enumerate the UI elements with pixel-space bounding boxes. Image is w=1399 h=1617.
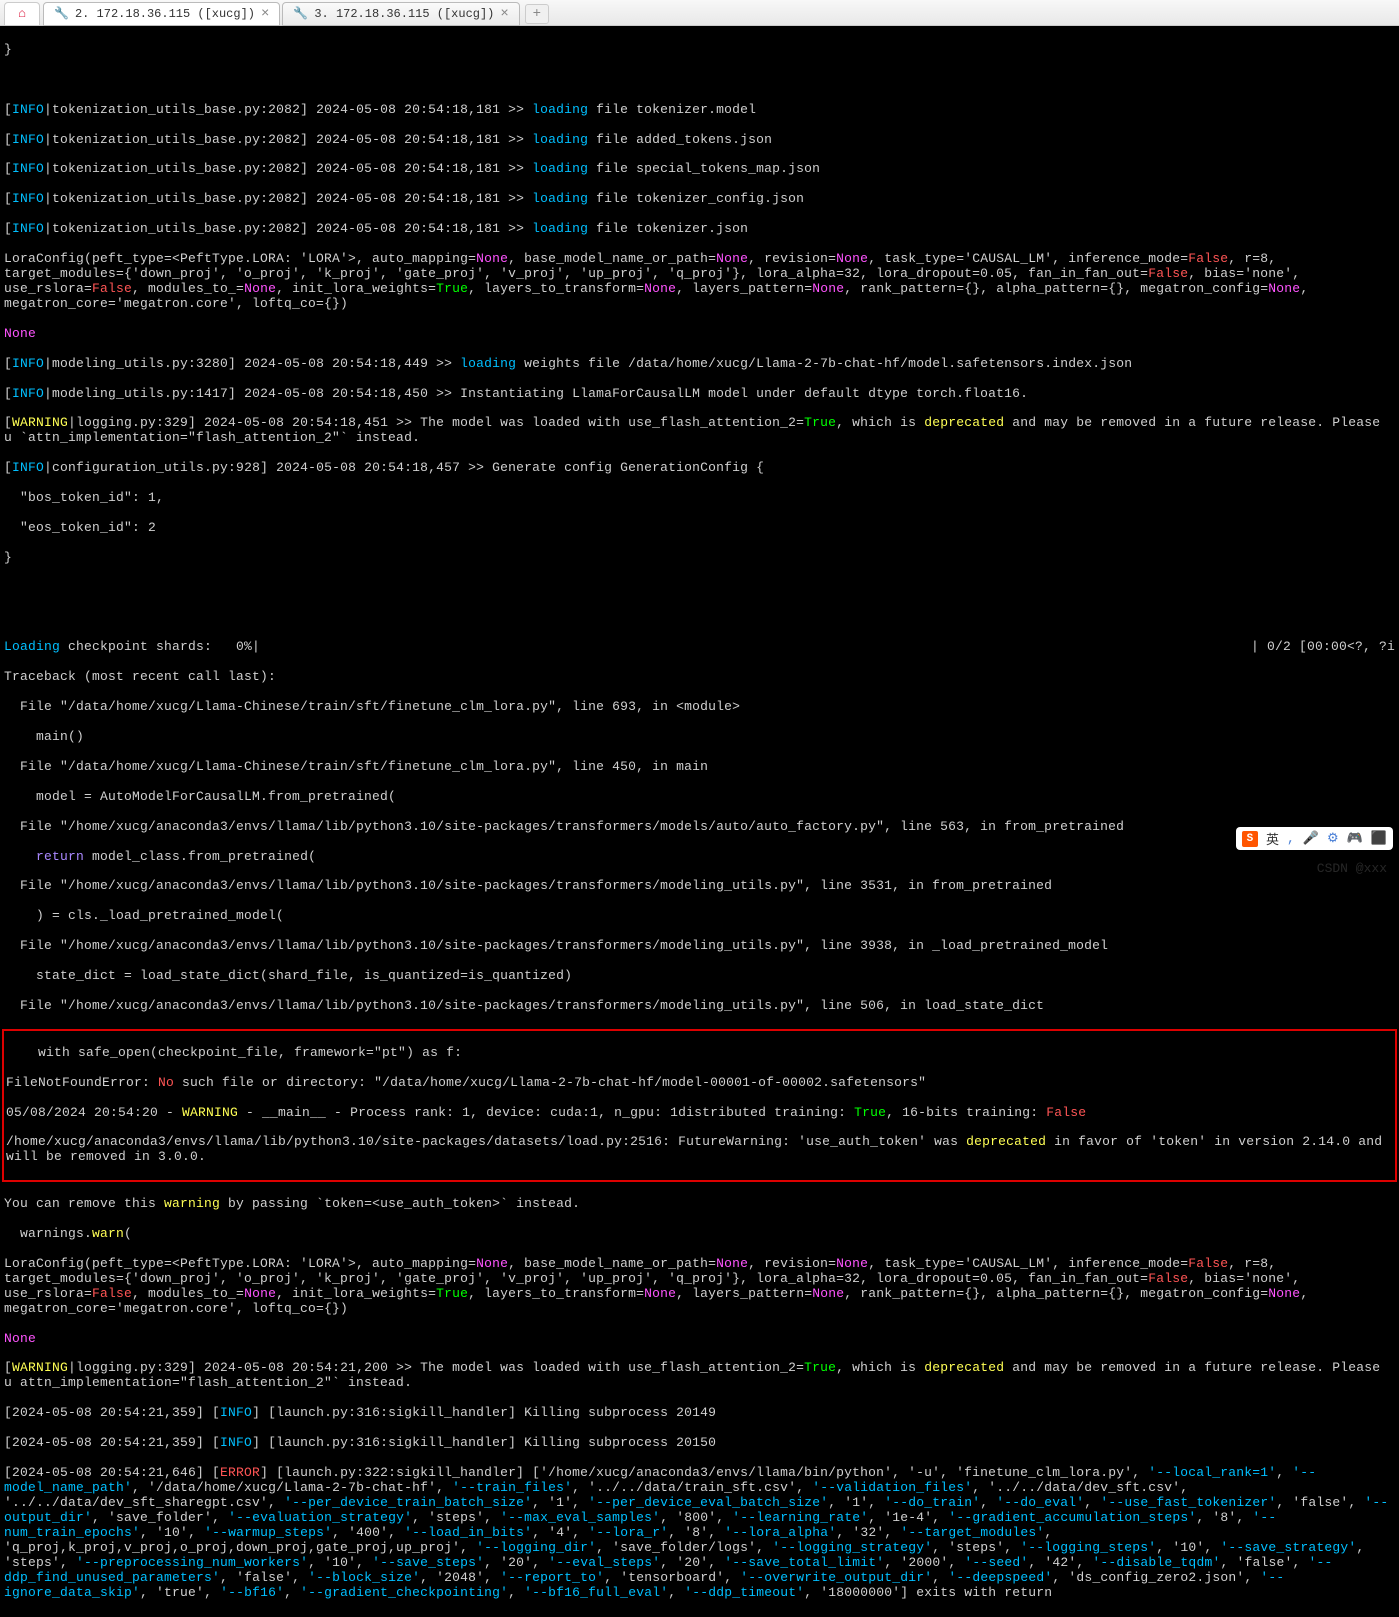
- log-line: File "/home/xucg/anaconda3/envs/llama/li…: [4, 999, 1395, 1014]
- log-line: [WARNING|logging.py:329] 2024-05-08 20:5…: [4, 416, 1395, 446]
- log-line: ) = cls._load_pretrained_model(: [4, 909, 1395, 924]
- log-line: LoraConfig(peft_type=<PeftType.LORA: 'LO…: [4, 252, 1395, 312]
- log-line: [INFO|modeling_utils.py:3280] 2024-05-08…: [4, 357, 1395, 372]
- key-icon: 🔧: [54, 6, 69, 21]
- tab-label: 3. 172.18.36.115 ([xucg]): [314, 7, 494, 21]
- ime-mic-icon[interactable]: 🎤: [1303, 831, 1319, 846]
- ime-logo-icon: S: [1242, 831, 1258, 847]
- log-line: [INFO|tokenization_utils_base.py:2082] 2…: [4, 103, 1395, 118]
- log-line: FileNotFoundError: No such file or direc…: [6, 1076, 1393, 1091]
- log-line: "eos_token_id": 2: [4, 521, 1395, 536]
- log-line: [WARNING|logging.py:329] 2024-05-08 20:5…: [4, 1361, 1395, 1391]
- error-highlight-box: with safe_open(checkpoint_file, framewor…: [2, 1029, 1397, 1182]
- log-line: [2024-05-08 20:54:21,359] [INFO] [launch…: [4, 1436, 1395, 1451]
- line: [4, 611, 1395, 626]
- log-line: You can remove this warning by passing `…: [4, 1197, 1395, 1212]
- line: [4, 73, 1395, 88]
- log-line: 05/08/2024 20:54:20 - WARNING - __main__…: [6, 1106, 1393, 1121]
- log-line: File "/data/home/xucg/Llama-Chinese/trai…: [4, 760, 1395, 775]
- ime-gear-icon[interactable]: ⚙: [1327, 831, 1339, 846]
- line: }: [4, 43, 1395, 58]
- terminal-output[interactable]: } [INFO|tokenization_utils_base.py:2082]…: [0, 26, 1399, 1617]
- log-line: /home/xucg/anaconda3/envs/llama/lib/pyth…: [6, 1135, 1393, 1165]
- log-line: Loading checkpoint shards: 0%|| 0/2 [00:…: [4, 640, 1395, 655]
- home-tab[interactable]: ⌂: [4, 2, 40, 26]
- log-line: Traceback (most recent call last):: [4, 670, 1395, 685]
- close-icon[interactable]: ×: [500, 6, 508, 22]
- new-tab-button[interactable]: +: [525, 4, 549, 24]
- key-icon: 🔧: [293, 6, 308, 21]
- log-line: [INFO|tokenization_utils_base.py:2082] 2…: [4, 162, 1395, 177]
- log-line: File "/data/home/xucg/Llama-Chinese/trai…: [4, 700, 1395, 715]
- tab-bar: ⌂ 🔧 2. 172.18.36.115 ([xucg]) × 🔧 3. 172…: [0, 0, 1399, 26]
- ime-punct-icon[interactable]: ,: [1287, 831, 1295, 846]
- tab-1[interactable]: 🔧 2. 172.18.36.115 ([xucg]) ×: [43, 2, 280, 26]
- tab-2[interactable]: 🔧 3. 172.18.36.115 ([xucg]) ×: [282, 2, 519, 26]
- log-line: [INFO|tokenization_utils_base.py:2082] 2…: [4, 222, 1395, 237]
- log-line: File "/home/xucg/anaconda3/envs/llama/li…: [4, 939, 1395, 954]
- log-line: [INFO|tokenization_utils_base.py:2082] 2…: [4, 192, 1395, 207]
- ime-lang[interactable]: 英: [1266, 829, 1279, 848]
- tab-label: 2. 172.18.36.115 ([xucg]): [75, 7, 255, 21]
- log-line: "bos_token_id": 1,: [4, 491, 1395, 506]
- ime-grid-icon[interactable]: ⬛: [1371, 831, 1387, 846]
- log-line: state_dict = load_state_dict(shard_file,…: [4, 969, 1395, 984]
- log-line: return model_class.from_pretrained(: [4, 850, 1395, 865]
- log-line: LoraConfig(peft_type=<PeftType.LORA: 'LO…: [4, 1257, 1395, 1317]
- log-line: [INFO|modeling_utils.py:1417] 2024-05-08…: [4, 387, 1395, 402]
- log-line: main(): [4, 730, 1395, 745]
- log-line: [INFO|configuration_utils.py:928] 2024-0…: [4, 461, 1395, 476]
- log-line: model = AutoModelForCausalLM.from_pretra…: [4, 790, 1395, 805]
- log-line: [2024-05-08 20:54:21,646] [ERROR] [launc…: [4, 1466, 1395, 1600]
- log-line: [2024-05-08 20:54:21,359] [INFO] [launch…: [4, 1406, 1395, 1421]
- log-line: File "/home/xucg/anaconda3/envs/llama/li…: [4, 879, 1395, 894]
- line: }: [4, 551, 1395, 566]
- log-line: [INFO|tokenization_utils_base.py:2082] 2…: [4, 133, 1395, 148]
- log-line: with safe_open(checkpoint_file, framewor…: [6, 1046, 1393, 1061]
- log-line: File "/home/xucg/anaconda3/envs/llama/li…: [4, 820, 1395, 835]
- log-line: None: [4, 1332, 1395, 1347]
- close-icon[interactable]: ×: [261, 6, 269, 22]
- home-icon: ⌂: [18, 6, 26, 21]
- ime-toolbar[interactable]: S 英 , 🎤 ⚙ 🎮 ⬛: [1236, 827, 1393, 850]
- line: [4, 581, 1395, 596]
- log-line: warnings.warn(: [4, 1227, 1395, 1242]
- ime-game-icon[interactable]: 🎮: [1347, 831, 1363, 846]
- log-line: None: [4, 327, 1395, 342]
